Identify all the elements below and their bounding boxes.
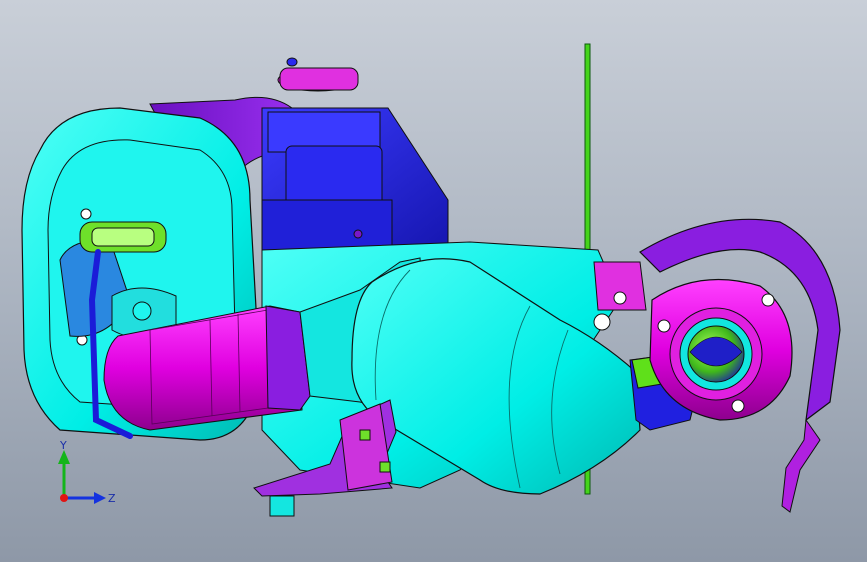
coordinate-triad: Y Z (58, 439, 116, 505)
top-clamp (277, 57, 359, 92)
z-axis-label: Z (108, 492, 116, 505)
gearbox-bracket (593, 261, 647, 331)
y-axis-arrow (58, 450, 70, 464)
cad-3d-viewport[interactable]: Y Z (0, 0, 867, 562)
engine-block (261, 107, 449, 251)
drain-post (269, 495, 295, 517)
z-axis-arrow (94, 492, 106, 504)
exhaust-assembly-model[interactable] (0, 0, 867, 562)
x-axis-dot (60, 494, 68, 502)
hose-clamp (79, 221, 167, 253)
y-axis-label: Y (59, 439, 67, 452)
